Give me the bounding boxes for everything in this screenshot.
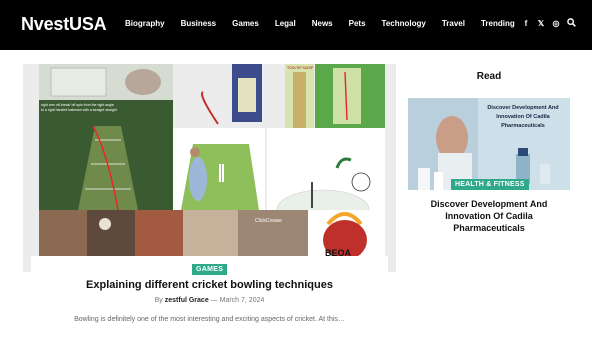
top-navigation-bar: NvestUSA Biography Business Games Legal … <box>0 0 592 50</box>
social-links: f 𝕏 ◎ <box>522 18 576 29</box>
featured-category-badge[interactable]: GAMES <box>192 264 228 275</box>
main-nav: Biography Business Games Legal News Pets… <box>125 19 531 28</box>
featured-title[interactable]: Explaining different cricket bowling tec… <box>23 279 396 291</box>
nav-news[interactable]: News <box>312 19 333 28</box>
pitch-caption-2: to a right handed batsman with a straigh… <box>41 108 117 112</box>
instagram-icon[interactable]: ◎ <box>552 19 560 29</box>
site-logo[interactable]: NvestUSA <box>21 14 107 35</box>
x-icon[interactable]: 𝕏 <box>537 19 545 29</box>
sidebar-article-title[interactable]: Discover Development And Innovation Of C… <box>416 198 562 234</box>
tooltip-label: TOOLTIP SUDIP <box>287 66 314 70</box>
clickcrease-label: ClickCrease <box>255 218 282 224</box>
nav-pets[interactable]: Pets <box>349 19 366 28</box>
sidebar-heading: Read <box>476 71 502 82</box>
nav-travel[interactable]: Travel <box>442 19 465 28</box>
nav-legal[interactable]: Legal <box>275 19 296 28</box>
featured-meta: By zestful Grace — March 7, 2024 <box>23 297 396 304</box>
nav-trending[interactable]: Trending <box>481 19 515 28</box>
sidebar-image-caption: Discover Development And Innovation Of C… <box>487 105 559 129</box>
nav-business[interactable]: Business <box>181 19 217 28</box>
search-icon[interactable] <box>567 18 576 29</box>
nav-technology[interactable]: Technology <box>382 19 426 28</box>
featured-image[interactable]: right arm off-break/ off spin from the r… <box>23 64 396 272</box>
author-link[interactable]: zestful Grace <box>165 297 209 304</box>
nav-biography[interactable]: Biography <box>125 19 165 28</box>
facebook-icon[interactable]: f <box>522 19 530 29</box>
featured-excerpt: Bowling is definitely one of the most in… <box>74 316 345 323</box>
pitch-caption-1: right arm off-break/ off spin from the r… <box>41 103 114 107</box>
meta-by: By <box>154 297 163 304</box>
post-date: March 7, 2024 <box>219 297 265 304</box>
sidebar-category-badge[interactable]: HEALTH & FITNESS <box>451 179 529 190</box>
meta-separator: — <box>210 297 218 304</box>
nav-games[interactable]: Games <box>232 19 259 28</box>
